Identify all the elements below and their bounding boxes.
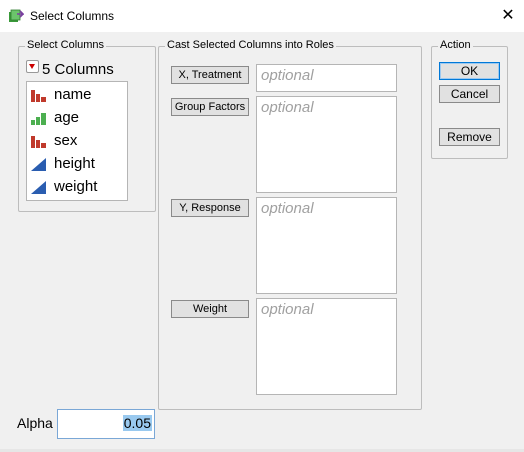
column-label: height xyxy=(54,155,95,172)
column-label: weight xyxy=(54,178,98,195)
continuous-triangle-icon xyxy=(31,181,46,194)
app-icon xyxy=(9,9,24,22)
select-columns-label: Select Columns xyxy=(25,39,107,51)
title-bar: Select Columns ✕ xyxy=(0,0,524,32)
placeholder-text: optional xyxy=(261,99,314,116)
y-response-box[interactable]: optional xyxy=(256,197,397,294)
ordinal-bar-icon xyxy=(31,113,46,125)
column-label: name xyxy=(54,86,92,103)
x-treatment-box[interactable]: optional xyxy=(256,64,397,92)
window-title: Select Columns xyxy=(30,9,115,23)
ok-button[interactable]: OK xyxy=(439,62,500,80)
weight-button[interactable]: Weight xyxy=(171,300,249,318)
weight-box[interactable]: optional xyxy=(256,298,397,395)
placeholder-text: optional xyxy=(261,67,314,84)
column-list[interactable]: name age sex height weight xyxy=(26,81,128,201)
x-treatment-button[interactable]: X, Treatment xyxy=(171,66,249,84)
y-response-button[interactable]: Y, Response xyxy=(171,199,249,217)
columns-count: 5 Columns xyxy=(42,61,114,78)
roles-label: Cast Selected Columns into Roles xyxy=(165,39,336,51)
group-factors-button[interactable]: Group Factors xyxy=(171,98,249,116)
alpha-value: 0.05 xyxy=(122,415,152,431)
continuous-triangle-icon xyxy=(31,158,46,171)
alpha-label: Alpha xyxy=(17,415,53,431)
alpha-input[interactable]: 0.05 xyxy=(57,409,155,439)
columns-toggle[interactable]: 5 Columns xyxy=(26,60,114,78)
column-label: age xyxy=(54,109,80,126)
nominal-bar-icon xyxy=(31,136,46,148)
cancel-button[interactable]: Cancel xyxy=(439,85,500,103)
placeholder-text: optional xyxy=(261,301,314,318)
placeholder-text: optional xyxy=(261,200,314,217)
action-label: Action xyxy=(438,39,473,51)
close-icon[interactable]: ✕ xyxy=(492,0,524,32)
remove-button[interactable]: Remove xyxy=(439,128,500,146)
nominal-bar-icon xyxy=(31,90,46,102)
group-factors-box[interactable]: optional xyxy=(256,96,397,193)
column-label: sex xyxy=(54,132,78,149)
disclosure-triangle-icon[interactable] xyxy=(26,60,39,73)
